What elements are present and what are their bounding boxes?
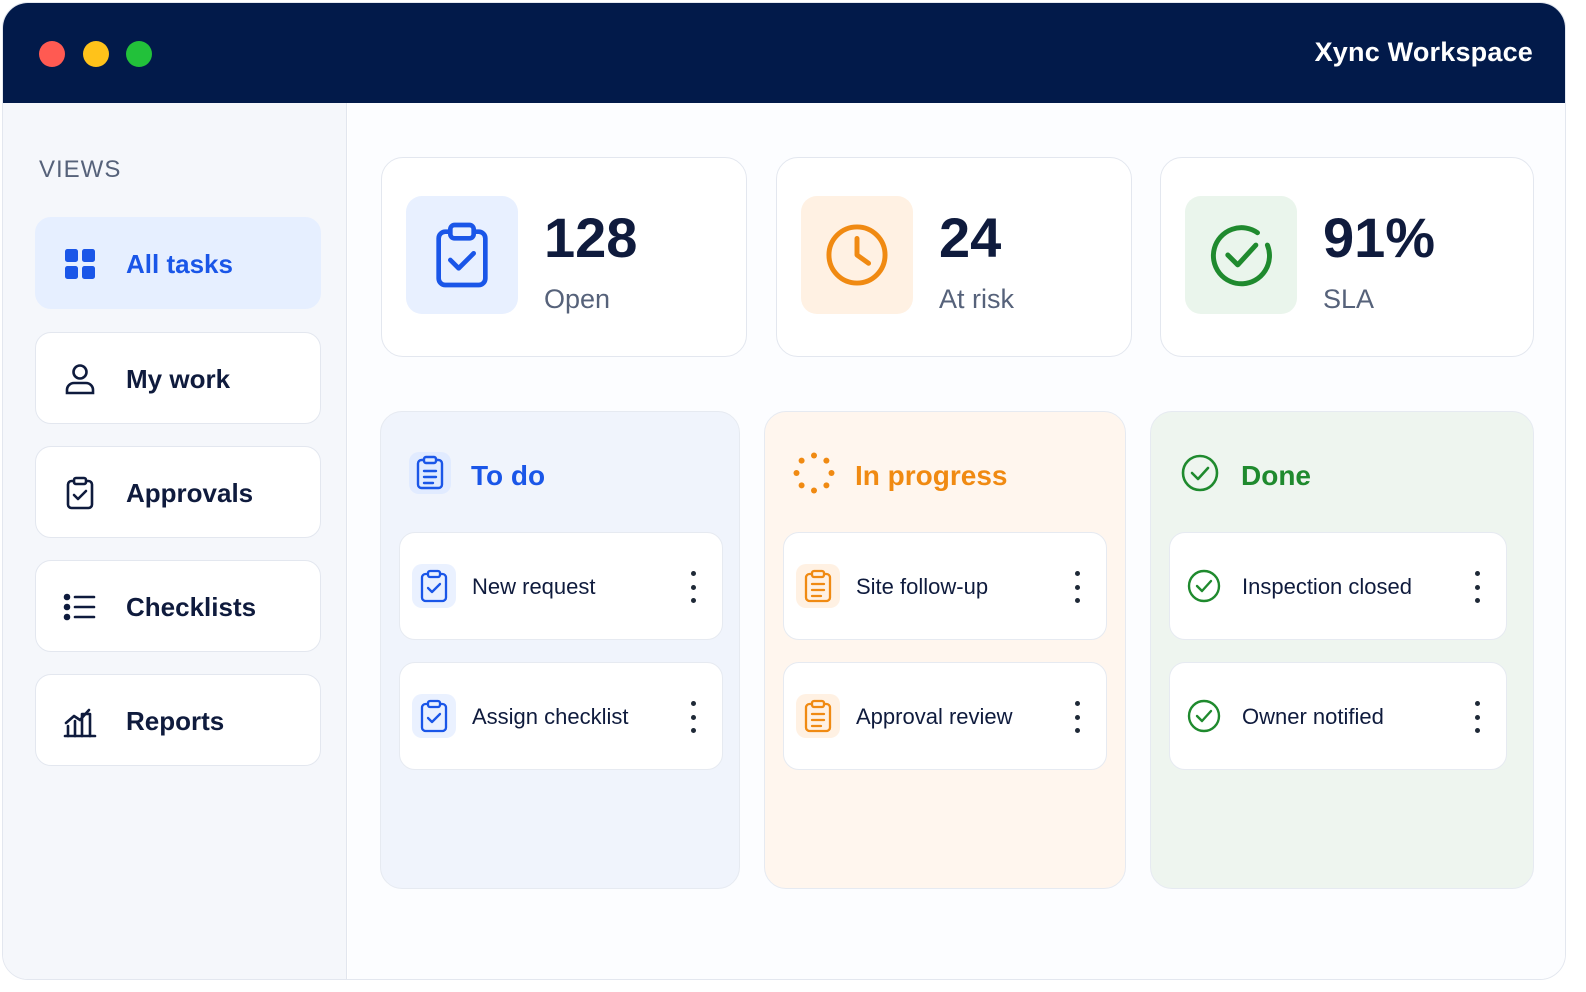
clock-icon — [826, 224, 888, 286]
title-bar: Xync Workspace — [3, 3, 1565, 103]
clipboard-list-icon — [796, 694, 840, 738]
clipboard-list-icon — [409, 452, 451, 494]
stat-label: At risk — [939, 284, 1015, 314]
column-title: Done — [1241, 460, 1311, 491]
stat-label: SLA — [1323, 284, 1375, 314]
app-window: Xync Workspace VIEWS All tasks My work A… — [2, 2, 1566, 980]
user-icon — [65, 364, 95, 395]
sidebar-section-label: VIEWS — [39, 156, 122, 183]
grid-icon — [65, 249, 95, 279]
clipboard-check-icon — [66, 476, 94, 510]
main-content: 128 Open 24 At risk 91% SLA To do New re… — [348, 103, 1565, 979]
app-title: Xync Workspace — [1314, 37, 1533, 67]
task-label: Site follow-up — [856, 574, 989, 599]
clipboard-check-icon — [436, 222, 488, 288]
stat-icon-box — [406, 196, 518, 314]
sidebar-item-checklists[interactable]: Checklists — [35, 560, 321, 652]
maximize-window-button[interactable] — [126, 41, 152, 67]
task-card[interactable]: Assign checklist — [399, 662, 723, 770]
stat-icon-box — [1185, 196, 1297, 314]
list-icon — [63, 593, 96, 621]
column-title: To do — [471, 460, 546, 491]
check-circle-icon — [1181, 454, 1219, 492]
sidebar-item-label: Approvals — [126, 478, 254, 508]
task-card[interactable]: New request — [399, 532, 723, 640]
task-label: New request — [472, 574, 596, 599]
task-label: Inspection closed — [1242, 574, 1412, 599]
check-circle-icon — [1182, 564, 1226, 608]
sidebar-item-reports[interactable]: Reports — [35, 674, 321, 766]
stat-card-at-risk[interactable]: 24 At risk — [776, 157, 1132, 357]
sidebar-item-my-work[interactable]: My work — [35, 332, 321, 424]
stat-icon-box — [801, 196, 913, 314]
sidebar-item-label: Reports — [126, 706, 225, 736]
clipboard-check-icon — [412, 694, 456, 738]
column-in-progress: In progress Site follow-up Approval revi… — [764, 411, 1126, 889]
task-card[interactable]: Approval review — [783, 662, 1107, 770]
loading-icon — [793, 452, 835, 494]
check-circle-icon — [1182, 694, 1226, 738]
sidebar-item-label: My work — [126, 364, 231, 394]
more-options-icon[interactable] — [686, 571, 700, 603]
sidebar: VIEWS All tasks My work Approvals Checkl… — [3, 103, 347, 979]
task-label: Owner notified — [1242, 704, 1384, 729]
column-to-do: To do New request Assign checklist — [380, 411, 740, 889]
clipboard-check-icon — [412, 564, 456, 608]
more-options-icon[interactable] — [1070, 701, 1084, 733]
stat-value: 91% — [1323, 206, 1436, 269]
column-done: Done Inspection closed Owner notified — [1150, 411, 1534, 889]
sidebar-item-all-tasks[interactable]: All tasks — [35, 217, 321, 309]
task-card[interactable]: Site follow-up — [783, 532, 1107, 640]
sidebar-item-approvals[interactable]: Approvals — [35, 446, 321, 538]
task-label: Approval review — [856, 704, 1013, 729]
sidebar-item-label: Checklists — [126, 592, 257, 622]
minimize-window-button[interactable] — [83, 41, 109, 67]
column-title: In progress — [855, 460, 1008, 491]
more-options-icon[interactable] — [1470, 571, 1484, 603]
close-window-button[interactable] — [39, 41, 65, 67]
task-card[interactable]: Inspection closed — [1169, 532, 1507, 640]
sidebar-item-label: All tasks — [126, 249, 233, 279]
stat-value: 128 — [544, 206, 638, 269]
stat-label: Open — [544, 284, 611, 314]
chart-icon — [63, 708, 97, 738]
task-label: Assign checklist — [472, 704, 629, 729]
task-card[interactable]: Owner notified — [1169, 662, 1507, 770]
stat-card-open[interactable]: 128 Open — [381, 157, 747, 357]
more-options-icon[interactable] — [1070, 571, 1084, 603]
clipboard-list-icon — [796, 564, 840, 608]
more-options-icon[interactable] — [1470, 701, 1484, 733]
stat-card-sla[interactable]: 91% SLA — [1160, 157, 1534, 357]
stat-value: 24 — [939, 206, 1002, 269]
check-circle-icon — [1210, 225, 1272, 287]
more-options-icon[interactable] — [686, 701, 700, 733]
